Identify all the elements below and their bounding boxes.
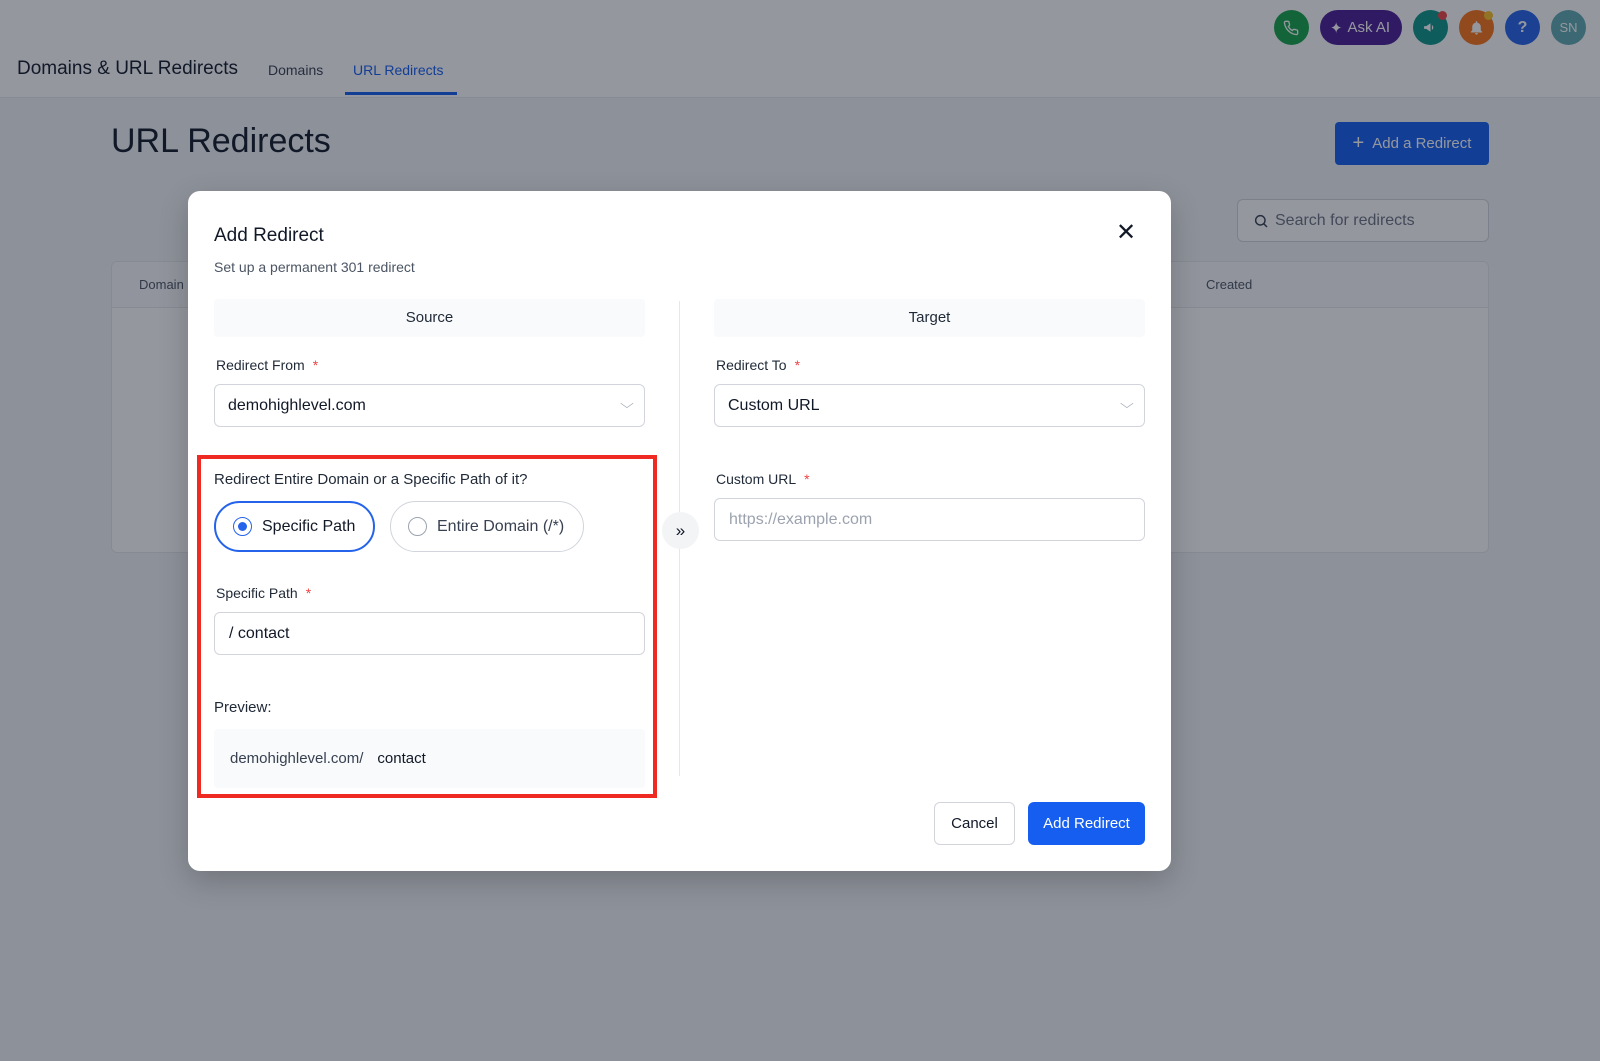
source-heading: Source <box>214 299 645 337</box>
custom-url-label: Custom URL * <box>716 471 810 487</box>
redirect-from-value: demohighlevel.com <box>228 396 366 414</box>
redirect-to-label: Redirect To * <box>716 357 801 373</box>
cancel-button[interactable]: Cancel <box>934 802 1015 845</box>
add-redirect-button[interactable]: Add Redirect <box>1028 802 1145 845</box>
chevron-down-icon: ⌵ <box>1120 396 1134 411</box>
chevron-down-icon: ⌵ <box>620 396 634 411</box>
redirect-to-select[interactable]: Custom URL ⌵ <box>714 384 1145 427</box>
redirect-from-label: Redirect From * <box>216 357 319 373</box>
custom-url-input[interactable]: https://example.com <box>714 498 1145 541</box>
redirect-from-select[interactable]: demohighlevel.com ⌵ <box>214 384 645 427</box>
close-icon[interactable]: ✕ <box>1116 221 1136 245</box>
target-heading: Target <box>714 299 1145 337</box>
modal-subtitle: Set up a permanent 301 redirect <box>214 259 415 275</box>
double-chevron-right-icon: » <box>662 512 699 549</box>
modal-title: Add Redirect <box>214 225 324 246</box>
highlight-annotation-box <box>197 455 657 798</box>
redirect-to-value: Custom URL <box>728 396 820 414</box>
add-redirect-modal: Add Redirect Set up a permanent 301 redi… <box>188 191 1171 871</box>
